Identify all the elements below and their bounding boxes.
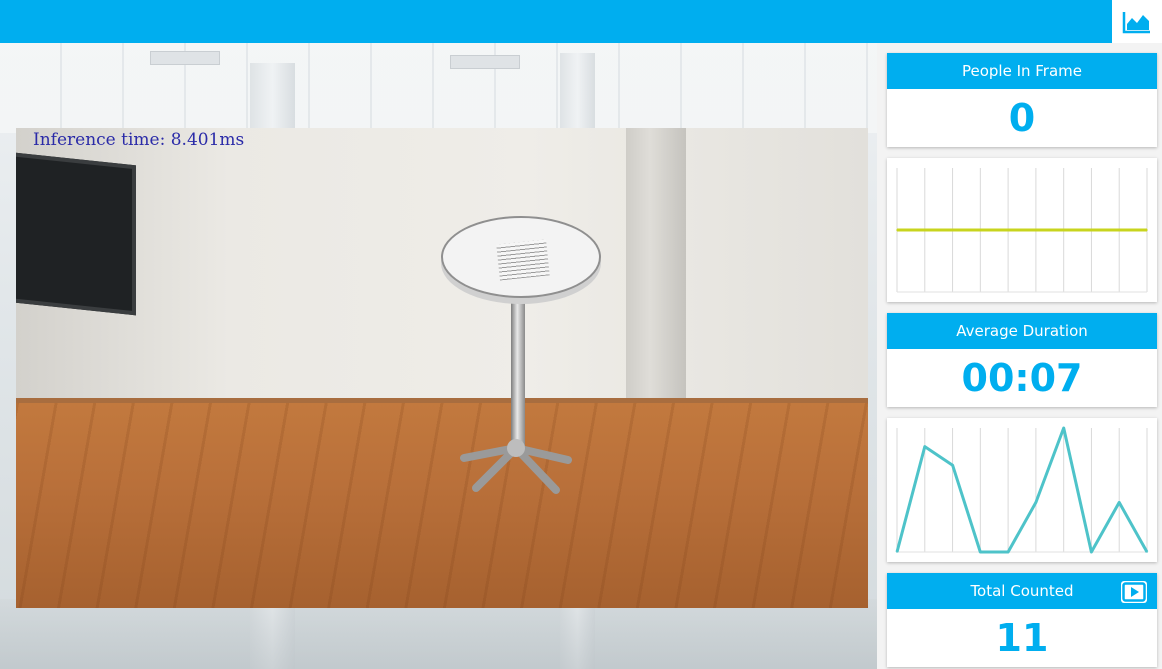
top-bar [0, 0, 1112, 43]
duration-chart-card [887, 418, 1157, 562]
table-paper [496, 239, 550, 281]
total-counted-value: 11 [995, 616, 1049, 660]
play-button[interactable] [1121, 581, 1147, 603]
people-chart-card [887, 158, 1157, 302]
wall-screen [16, 150, 136, 316]
chart-point [1090, 551, 1093, 553]
video-feed[interactable]: Inference time: 8.401ms [16, 128, 868, 608]
chart-point [1090, 229, 1093, 231]
play-icon [1122, 582, 1146, 602]
chart-point [1035, 501, 1037, 504]
chart-point [923, 229, 926, 231]
stats-sidebar: People In Frame 0 Average Duration 00:07… [877, 43, 1162, 669]
chart-series-line [895, 426, 1149, 554]
average-duration-value: 00:07 [961, 356, 1083, 400]
concrete-pillar [626, 128, 686, 418]
ceiling-light [450, 55, 520, 69]
chart-point [1146, 551, 1148, 553]
chart-point [979, 229, 982, 231]
chart-point [1146, 229, 1148, 231]
total-counted-header: Total Counted [887, 573, 1157, 609]
chart-point [951, 464, 954, 466]
background-floor [0, 599, 877, 669]
table-base [460, 439, 572, 494]
chart-point [896, 229, 898, 231]
ceiling [0, 43, 877, 133]
table-pole [511, 294, 525, 454]
duration-chart [895, 426, 1149, 554]
chart-point [1118, 501, 1121, 504]
people-in-frame-card: People In Frame 0 [887, 53, 1157, 147]
chart-point [1007, 229, 1009, 231]
wall [16, 128, 868, 413]
people-in-frame-label: People In Frame [887, 53, 1157, 89]
chart-point [923, 445, 926, 448]
people-in-frame-value: 0 [1008, 96, 1036, 140]
stats-toggle-button[interactable] [1112, 0, 1162, 43]
chart-point [1118, 229, 1121, 231]
chart-point [1035, 229, 1037, 231]
average-duration-label: Average Duration [887, 313, 1157, 349]
chart-point [1007, 551, 1009, 553]
chart-point [1062, 427, 1065, 429]
total-counted-label: Total Counted [970, 582, 1074, 600]
people-chart [896, 168, 1148, 293]
chart-point [979, 551, 982, 553]
chart-point [951, 229, 954, 231]
inference-time-label: Inference time: 8.401ms [33, 130, 245, 150]
ceiling-light [150, 51, 220, 65]
total-counted-card: Total Counted 11 [887, 573, 1157, 667]
chart-point [1062, 229, 1065, 231]
area-chart-icon [1122, 11, 1150, 33]
average-duration-card: Average Duration 00:07 [887, 313, 1157, 407]
chart-point [896, 551, 898, 553]
wooden-floor [16, 403, 868, 608]
